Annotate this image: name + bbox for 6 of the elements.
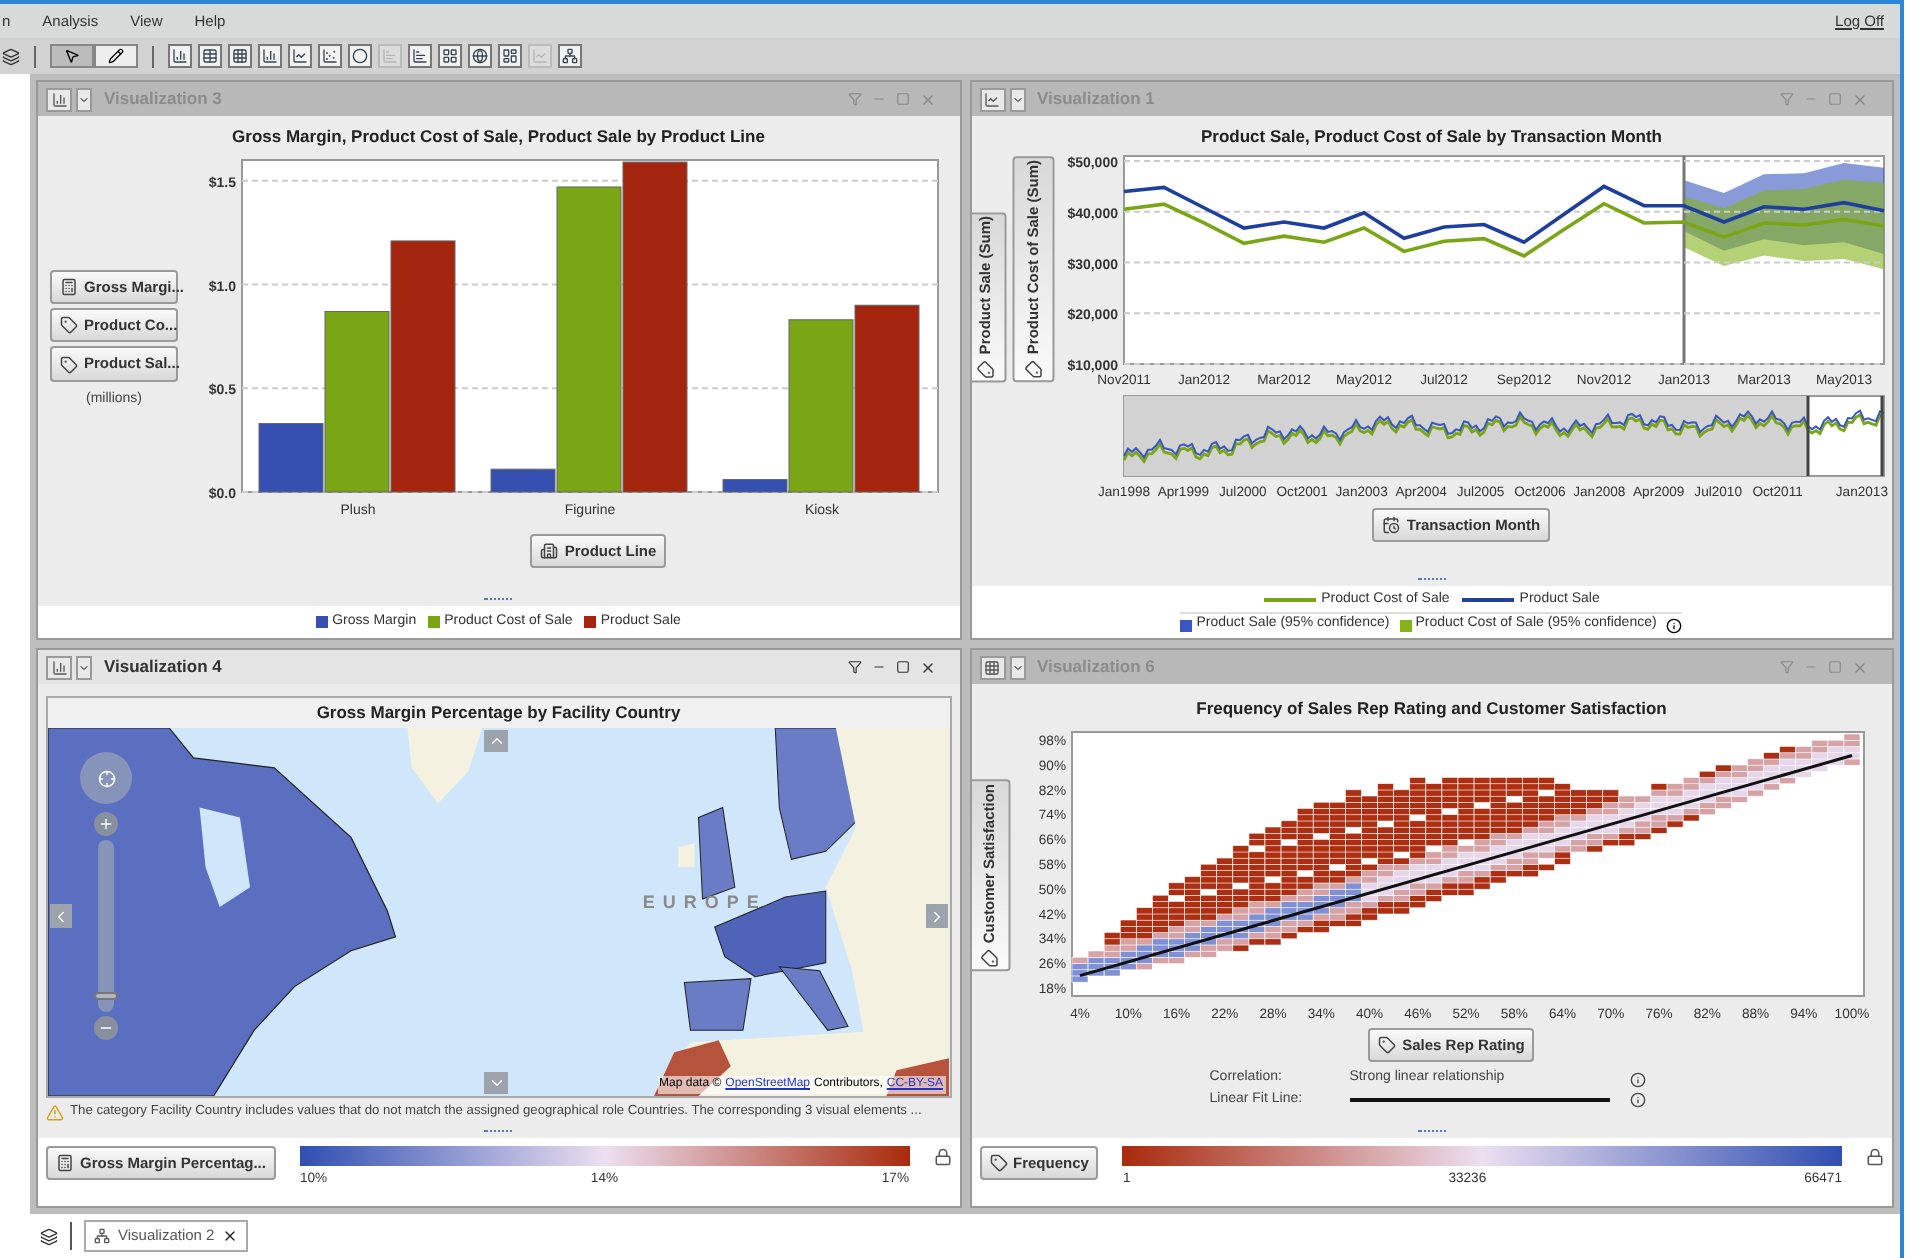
chart-title: Gross Margin, Product Cost of Sale, Product Sale by Product Line xyxy=(230,124,767,148)
chart-title: Gross Margin Percentage by Facility Country xyxy=(48,698,949,728)
region-label: EUROPE xyxy=(642,889,767,916)
chart-title: Frequency of Sales Rep Rating and Customer Satisfaction xyxy=(1194,696,1669,722)
chart-title: Product Sale, Product Cost of Sale by Transaction Month xyxy=(1199,124,1664,148)
panel-title: Visualization 4 xyxy=(104,654,222,680)
